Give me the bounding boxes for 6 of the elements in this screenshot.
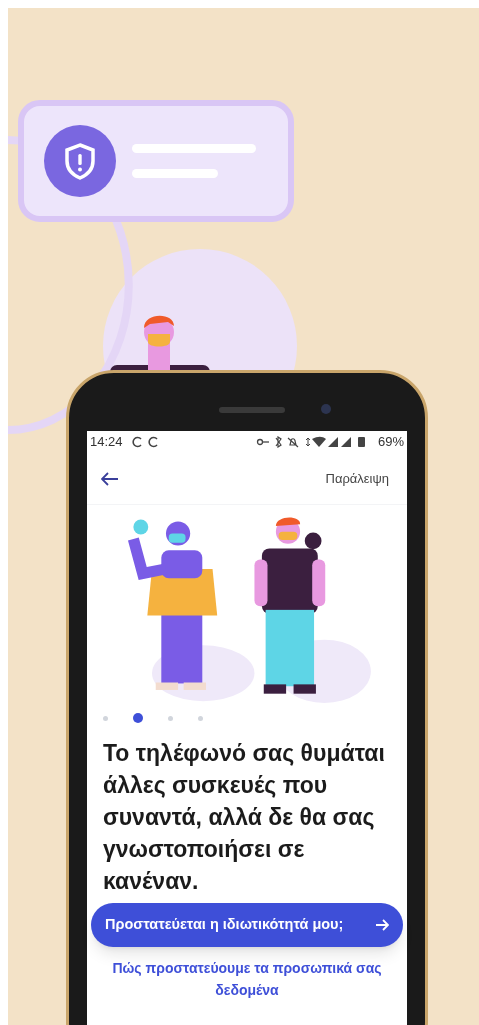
headline: Το τηλέφωνό σας θυμάται άλλες συσκευές που συναντά, αλλά δε θα σας γνωστοποιήσει σε κανέναν. — [102, 739, 386, 896]
battery-percentage: 69% — [377, 433, 404, 452]
skip-button[interactable]: Παράλειψη — [325, 468, 397, 489]
privacy-question-button[interactable]: Προστατεύεται η ιδιωτικότητά μου; — [91, 903, 403, 947]
data-protection-link[interactable]: Πώς προστατεύουμε τα προσωπικά σας δεδομένα — [87, 957, 407, 1001]
status-time: 14:24 — [90, 433, 123, 452]
